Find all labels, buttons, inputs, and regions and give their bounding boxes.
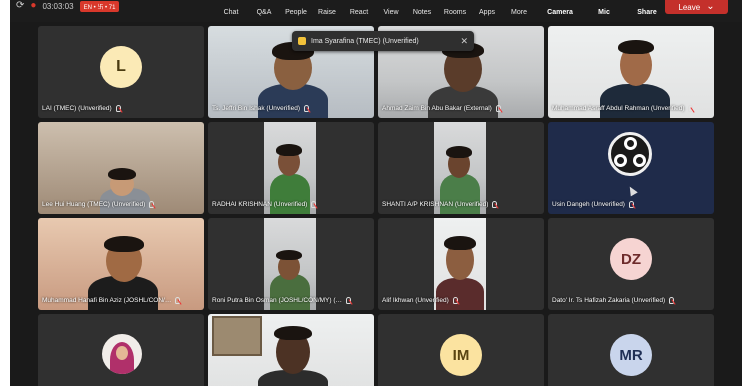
participant-name: Alif Ikhwan (Unverified): [382, 297, 449, 304]
obs-logo-icon: [608, 132, 652, 176]
participant-name-bar: RADHAI KRISHNAN (Unverified): [212, 201, 317, 208]
react-button[interactable]: React: [350, 9, 368, 16]
language-badge[interactable]: EN • 卐 • 71: [79, 0, 120, 12]
chevron-down-icon: ⌄: [706, 1, 715, 12]
qa-button[interactable]: Q&A: [257, 9, 272, 16]
participant-tile[interactable]: Lee Hui Huang (TMEC) (Unverified): [38, 122, 204, 214]
mic-muted-icon: [452, 297, 458, 304]
participant-tile[interactable]: Usin Dangeh (Unverified): [548, 122, 714, 214]
raised-hand-notification[interactable]: Ima Syarafina (TMEC) (Unverified) ✕: [292, 31, 474, 51]
participant-tile[interactable]: Alif Ikhwan (Unverified): [378, 218, 544, 310]
participant-name: Lee Hui Huang (TMEC) (Unverified): [42, 201, 146, 208]
apps-button[interactable]: Apps: [479, 9, 495, 16]
mic-muted-icon: [149, 201, 155, 208]
notes-button[interactable]: Notes: [413, 9, 431, 16]
view-button[interactable]: View: [383, 9, 398, 16]
participant-name-bar: Muhammad Hanafi Bin Aziz (JOSHL/CON/…: [42, 297, 181, 304]
participant-tile[interactable]: [208, 314, 374, 386]
leave-label: Leave: [678, 2, 701, 12]
avatar: [102, 334, 142, 374]
participant-name: Roni Putra Bin Osman (JOSHL/CON/MY) (…: [212, 297, 343, 304]
mouse-cursor-icon: [626, 184, 638, 197]
participant-tile[interactable]: IM: [378, 314, 544, 386]
participant-name: Muhammad Hanafi Bin Aziz (JOSHL/CON/…: [42, 297, 172, 304]
mic-muted-icon: [669, 297, 675, 304]
camera-button[interactable]: Camera: [547, 9, 573, 16]
participant-name-bar: SHANTI A/P KRISHNAN (Unverified): [382, 201, 498, 208]
participant-name-bar: Dato' Ir. Ts Hafizah Zakaria (Unverified…: [552, 297, 675, 304]
participant-name: RADHAI KRISHNAN (Unverified): [212, 201, 308, 208]
avatar: MR: [610, 334, 652, 376]
mic-muted-icon: [495, 105, 501, 112]
meeting-timer: 03:03:03: [42, 1, 74, 11]
participant-tile[interactable]: Muhammad Hanafi Bin Aziz (JOSHL/CON/…: [38, 218, 204, 310]
avatar: DZ: [610, 238, 652, 280]
participant-name: Ts. Jeffri Bin Ishak (Unverified): [212, 105, 301, 112]
meeting-toolbar: ⟳ ● 03:03:03 EN • 卐 • 71 Chat Q&A People…: [10, 0, 742, 22]
participant-name-bar: LAI (TMEC) (Unverified): [42, 105, 121, 112]
participant-tile[interactable]: L LAI (TMEC) (Unverified): [38, 26, 204, 118]
rooms-button[interactable]: Rooms: [444, 9, 466, 16]
participant-name: LAI (TMEC) (Unverified): [42, 105, 112, 112]
leave-button[interactable]: Leave ⌄: [665, 0, 728, 14]
more-button[interactable]: More: [511, 9, 527, 16]
mic-muted-icon: [346, 297, 352, 304]
participant-name-bar: Ahmad Zaim Bin Abu Bakar (External): [382, 105, 501, 112]
mic-muted-icon: [688, 105, 694, 112]
window-background: [212, 316, 262, 356]
people-button[interactable]: People: [285, 9, 307, 16]
share-button[interactable]: Share: [637, 9, 656, 16]
participant-tile[interactable]: Roni Putra Bin Osman (JOSHL/CON/MY) (…: [208, 218, 374, 310]
participant-name: Muhammad Asraff Abdul Rahman (Unverified…: [552, 105, 685, 112]
participant-name-bar: Lee Hui Huang (TMEC) (Unverified): [42, 201, 155, 208]
participant-tile[interactable]: SHANTI A/P KRISHNAN (Unverified): [378, 122, 544, 214]
participant-tile[interactable]: RADHAI KRISHNAN (Unverified): [208, 122, 374, 214]
participant-name-bar: Alif Ikhwan (Unverified): [382, 297, 458, 304]
mic-muted-icon: [115, 105, 121, 112]
mic-muted-icon: [311, 201, 317, 208]
mic-muted-icon: [304, 105, 310, 112]
refresh-icon[interactable]: ⟳: [16, 1, 24, 11]
meeting-window: ⟳ ● 03:03:03 EN • 卐 • 71 Chat Q&A People…: [10, 0, 742, 386]
participant-name-bar: Roni Putra Bin Osman (JOSHL/CON/MY) (…: [212, 297, 352, 304]
participant-tile[interactable]: DZ Dato' Ir. Ts Hafizah Zakaria (Unverif…: [548, 218, 714, 310]
mic-muted-icon: [492, 201, 498, 208]
participant-name-bar: Usin Dangeh (Unverified): [552, 201, 634, 208]
avatar: L: [100, 46, 142, 88]
participant-name-bar: Ts. Jeffri Bin Ishak (Unverified): [212, 105, 310, 112]
avatar: IM: [440, 334, 482, 376]
mic-button[interactable]: Mic: [598, 9, 610, 16]
participant-tile[interactable]: [38, 314, 204, 386]
mic-muted-icon: [628, 201, 634, 208]
participant-name: Usin Dangeh (Unverified): [552, 201, 625, 208]
record-icon: ●: [30, 0, 37, 11]
notification-text: Ima Syarafina (TMEC) (Unverified): [311, 37, 419, 45]
participant-tile[interactable]: MR: [548, 314, 714, 386]
close-icon[interactable]: ✕: [460, 36, 468, 47]
participant-name: Ahmad Zaim Bin Abu Bakar (External): [382, 105, 492, 112]
raised-hand-icon: [298, 37, 306, 45]
raise-button[interactable]: Raise: [318, 9, 336, 16]
participant-name-bar: Muhammad Asraff Abdul Rahman (Unverified…: [552, 105, 694, 112]
participant-name: SHANTI A/P KRISHNAN (Unverified): [382, 201, 489, 208]
meeting-status: ⟳ ● 03:03:03 EN • 卐 • 71: [16, 0, 120, 12]
chat-button[interactable]: Chat: [224, 9, 239, 16]
participant-name: Dato' Ir. Ts Hafizah Zakaria (Unverified…: [552, 297, 666, 304]
participant-tile[interactable]: Muhammad Asraff Abdul Rahman (Unverified…: [548, 26, 714, 118]
mic-muted-icon: [175, 297, 181, 304]
